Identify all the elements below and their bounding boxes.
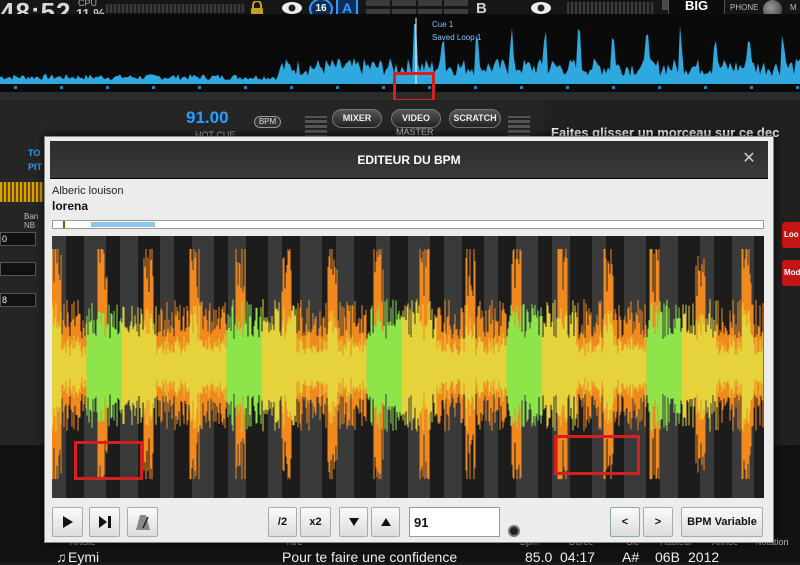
track-artist: Alberic louison: [52, 185, 124, 197]
position-fill: [91, 222, 156, 227]
beat-marker: [382, 86, 385, 89]
beat-marker: [106, 86, 109, 89]
deck-bpm-tag[interactable]: BPM: [254, 116, 281, 128]
beat-marker: [520, 86, 523, 89]
mixer-button[interactable]: MIXER: [332, 109, 382, 128]
row-title[interactable]: Pour te faire une confidence: [282, 549, 457, 565]
row-year[interactable]: 2012: [688, 549, 719, 565]
scratch-button[interactable]: SCRATCH: [449, 109, 501, 128]
record-dot-icon[interactable]: [508, 525, 520, 537]
beat-marker: [750, 86, 753, 89]
beat-marker: [566, 86, 569, 89]
pad-grid-right: [508, 116, 530, 138]
skip-end-icon: [98, 516, 111, 528]
beat-marker: [198, 86, 201, 89]
row-key[interactable]: A#: [622, 549, 639, 565]
beat-marker: [796, 86, 799, 89]
beat-marker: [152, 86, 155, 89]
left-label-fragment: PIT: [28, 162, 43, 172]
metronome-icon: [135, 515, 150, 530]
left-dropdown[interactable]: 0: [0, 232, 36, 246]
left-meter-strip: [0, 182, 44, 202]
big-button[interactable]: BIG: [668, 0, 725, 15]
highlight-box-left: [74, 441, 143, 480]
overview-cue-label: Cue 1: [432, 20, 454, 29]
waveform-graphic: [52, 236, 764, 498]
bpm-up-button[interactable]: [371, 507, 400, 537]
row-artist[interactable]: Eymi: [68, 549, 99, 565]
loop-button[interactable]: Loo: [782, 222, 800, 248]
mode-button[interactable]: Mod: [782, 260, 800, 286]
position-marker: [63, 221, 65, 228]
dialog-title: EDITEUR DU BPM: [357, 153, 461, 167]
pad-grid-left: [305, 116, 327, 138]
beat-marker: [14, 86, 17, 89]
beat-marker: [336, 86, 339, 89]
left-label-fragment: TO: [28, 148, 41, 158]
bpm-input[interactable]: [409, 507, 500, 537]
play-to-end-button[interactable]: [89, 507, 120, 537]
play-button[interactable]: [52, 507, 83, 537]
double-bpm-button[interactable]: x2: [300, 507, 331, 537]
beat-marker: [612, 86, 615, 89]
eye-icon[interactable]: [281, 1, 303, 15]
beat-marker: [290, 86, 293, 89]
track-title: lorena: [52, 199, 89, 213]
arrow-down-icon: [348, 518, 359, 526]
highlight-box-right: [554, 435, 640, 475]
beat-marker: [60, 86, 63, 89]
grid-cell: [366, 0, 390, 6]
row-music-icon: ♫: [56, 549, 67, 565]
dialog-header[interactable]: EDITEUR DU BPM ✕: [50, 141, 768, 179]
bpm-variable-button[interactable]: BPM Variable: [681, 507, 763, 537]
play-icon: [62, 516, 73, 528]
row-bpm[interactable]: 85.0: [525, 549, 552, 565]
bpm-waveform[interactable]: [52, 236, 764, 498]
overview-cue-label: Saved Loop 1: [432, 33, 482, 42]
next-beat-button[interactable]: >: [643, 507, 673, 537]
deck-bpm-value: 91.00: [186, 108, 229, 127]
half-bpm-button[interactable]: /2: [268, 507, 297, 537]
beat-marker: [658, 86, 661, 89]
beat-marker: [704, 86, 707, 89]
phone-label: PHONE: [730, 3, 759, 12]
left-dropdown[interactable]: [0, 262, 36, 276]
bpm-editor-dialog: EDITEUR DU BPM ✕ Alberic louison lorena …: [44, 136, 774, 543]
bpm-down-button[interactable]: [339, 507, 368, 537]
cpu-meter: [106, 4, 244, 13]
arrow-up-icon: [380, 518, 391, 526]
metronome-button[interactable]: [127, 507, 158, 537]
band-label: Ban NB: [24, 212, 39, 230]
close-button[interactable]: ✕: [740, 150, 758, 168]
left-dropdown[interactable]: 8: [0, 293, 36, 307]
row-pitch[interactable]: 06B: [655, 549, 680, 565]
grid-cell: [418, 0, 442, 6]
prev-beat-button[interactable]: <: [610, 507, 640, 537]
master-label-fragment: M: [790, 3, 797, 12]
grid-cell: [392, 0, 416, 6]
track-position-bar[interactable]: [52, 220, 764, 229]
video-button[interactable]: VIDEO: [391, 109, 441, 128]
beat-marker: [474, 86, 477, 89]
grid-cell: [444, 0, 468, 6]
highlight-box-overview: [393, 72, 435, 102]
output-meter: [567, 2, 655, 14]
beat-marker: [244, 86, 247, 89]
row-duration[interactable]: 04:17: [560, 549, 595, 565]
eye-icon[interactable]: [530, 1, 552, 15]
